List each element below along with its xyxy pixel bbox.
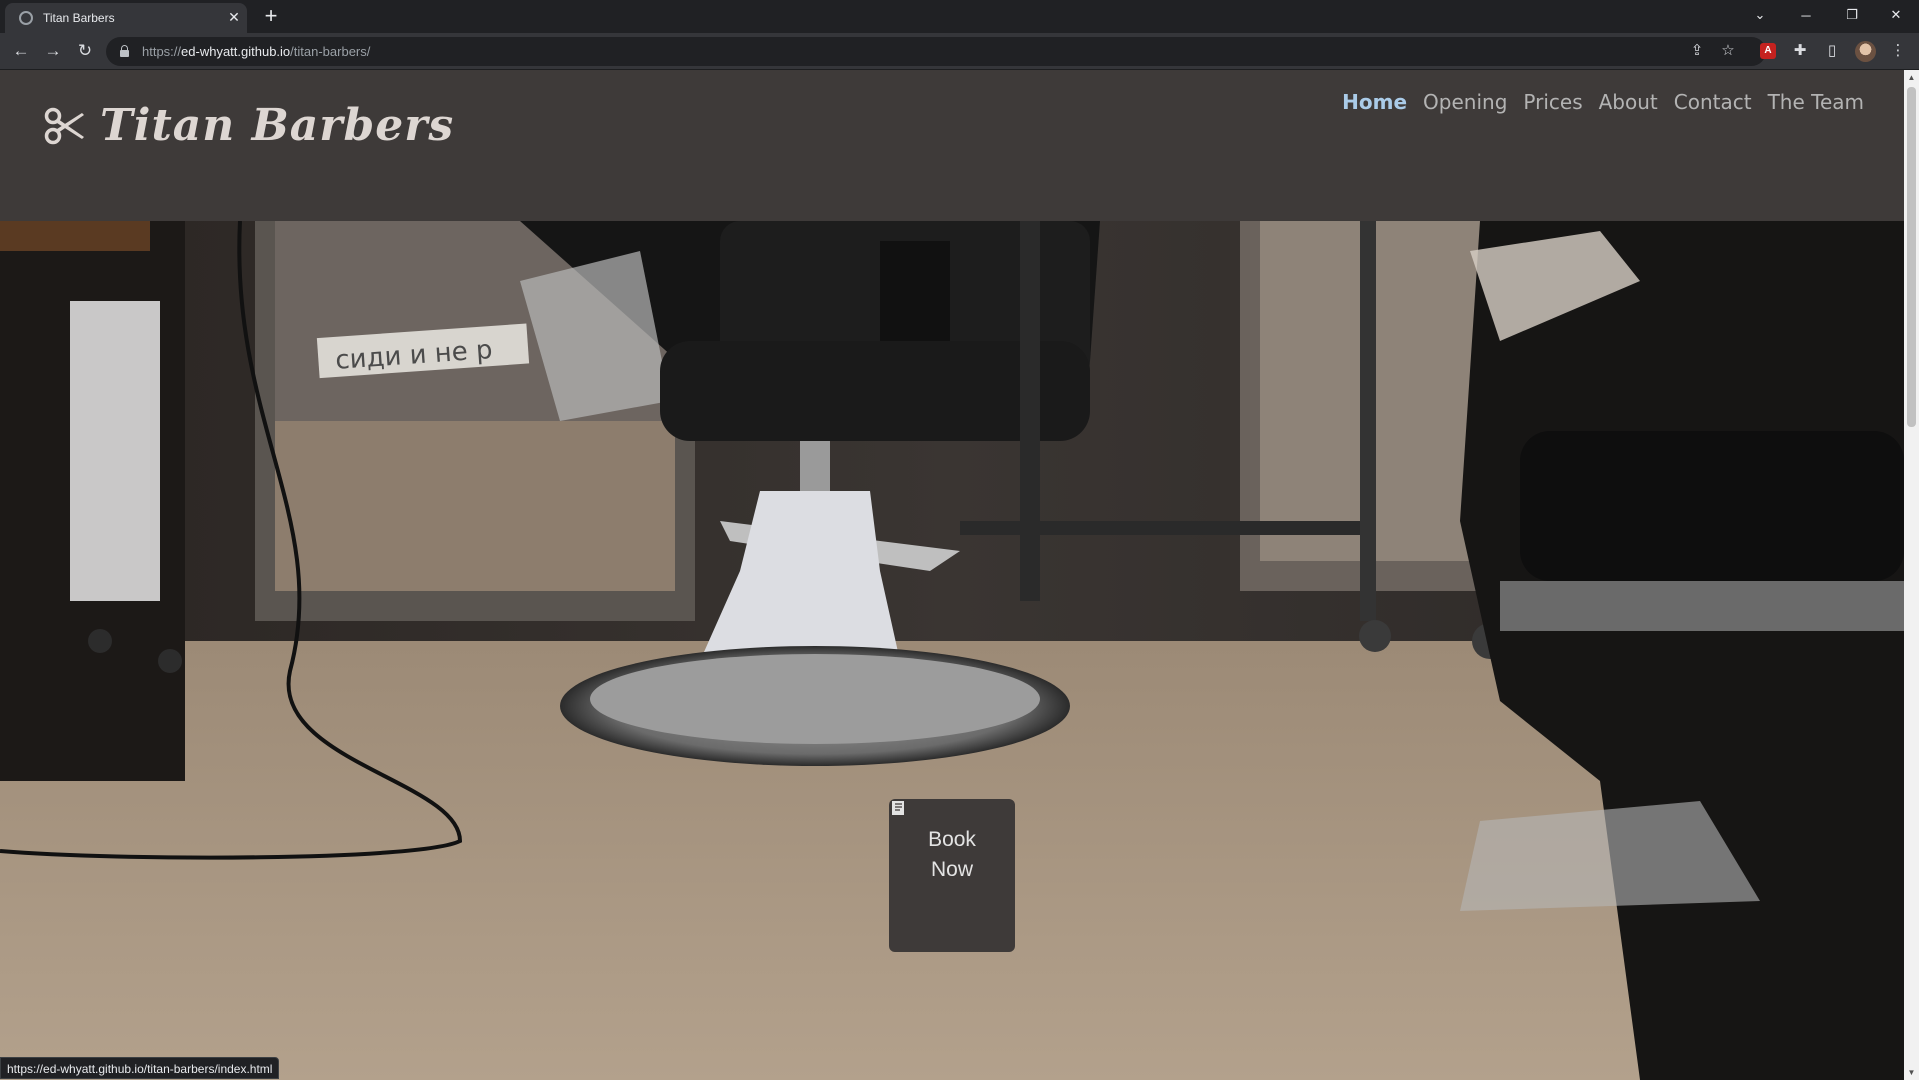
tab-strip: Titan Barbers ✕ + ⌄ ─ ❐ ✕ bbox=[0, 0, 1919, 33]
book-icon bbox=[892, 801, 904, 815]
nav-contact[interactable]: Contact bbox=[1674, 90, 1752, 114]
pdf-extension-icon[interactable]: A bbox=[1760, 43, 1776, 59]
nav-opening[interactable]: Opening bbox=[1423, 90, 1507, 114]
close-tab-icon[interactable]: ✕ bbox=[225, 8, 243, 26]
browser-toolbar: ← → ↻ https://ed-whyatt.github.io/titan-… bbox=[0, 33, 1919, 70]
globe-icon bbox=[19, 11, 33, 25]
reload-icon[interactable]: ↻ bbox=[74, 40, 96, 62]
menu-kebab-icon[interactable]: ⋮ bbox=[1888, 41, 1908, 61]
book-now-label-line2: Now bbox=[930, 858, 973, 881]
nav-prices[interactable]: Prices bbox=[1523, 90, 1582, 114]
book-now-button[interactable]: Book Now bbox=[889, 799, 1015, 952]
new-tab-button[interactable]: + bbox=[259, 5, 283, 29]
scissors-icon bbox=[44, 107, 84, 144]
back-icon[interactable]: ← bbox=[10, 40, 32, 62]
site-logo[interactable]: Titan Barbers bbox=[44, 100, 454, 151]
restore-icon[interactable]: ❐ bbox=[1829, 0, 1875, 30]
scroll-up-icon[interactable]: ▲ bbox=[1907, 73, 1916, 82]
main-nav: Home Opening Prices About Contact The Te… bbox=[1342, 90, 1864, 114]
tab-title: Titan Barbers bbox=[43, 11, 115, 25]
nav-about[interactable]: About bbox=[1599, 90, 1658, 114]
nav-home[interactable]: Home bbox=[1342, 90, 1407, 114]
scroll-down-icon[interactable]: ▼ bbox=[1907, 1068, 1916, 1077]
link-status-bar: https://ed-whyatt.github.io/titan-barber… bbox=[0, 1057, 280, 1079]
share-icon[interactable]: ⇪ bbox=[1687, 41, 1707, 61]
extensions-puzzle-icon[interactable]: ✚ bbox=[1790, 41, 1810, 61]
lock-icon[interactable] bbox=[120, 45, 129, 57]
page-scrollbar[interactable]: ▲ ▼ bbox=[1904, 70, 1919, 1080]
site-header: Titan Barbers Home Opening Prices About … bbox=[0, 70, 1904, 221]
tab-search-icon[interactable]: ⌄ bbox=[1737, 0, 1783, 30]
forward-icon[interactable]: → bbox=[42, 40, 64, 62]
logo-text: Titan Barbers bbox=[100, 100, 455, 151]
url-text[interactable]: https://ed-whyatt.github.io/titan-barber… bbox=[142, 44, 370, 59]
hero-image: сиди и не р Book Now bbox=[0, 221, 1904, 1080]
book-now-label-line1: Book bbox=[928, 828, 976, 851]
profile-avatar[interactable] bbox=[1855, 41, 1876, 62]
nav-the-team[interactable]: The Team bbox=[1768, 90, 1864, 114]
minimize-icon[interactable]: ─ bbox=[1783, 0, 1829, 30]
bookmark-star-icon[interactable]: ☆ bbox=[1718, 41, 1738, 61]
web-page: Titan Barbers Home Opening Prices About … bbox=[0, 70, 1904, 1080]
address-bar[interactable]: https://ed-whyatt.github.io/titan-barber… bbox=[106, 37, 1766, 66]
scrollbar-thumb[interactable] bbox=[1907, 87, 1916, 427]
browser-tab[interactable]: Titan Barbers ✕ bbox=[5, 3, 247, 33]
side-panel-icon[interactable]: ▯ bbox=[1822, 41, 1842, 61]
close-window-icon[interactable]: ✕ bbox=[1873, 0, 1919, 30]
